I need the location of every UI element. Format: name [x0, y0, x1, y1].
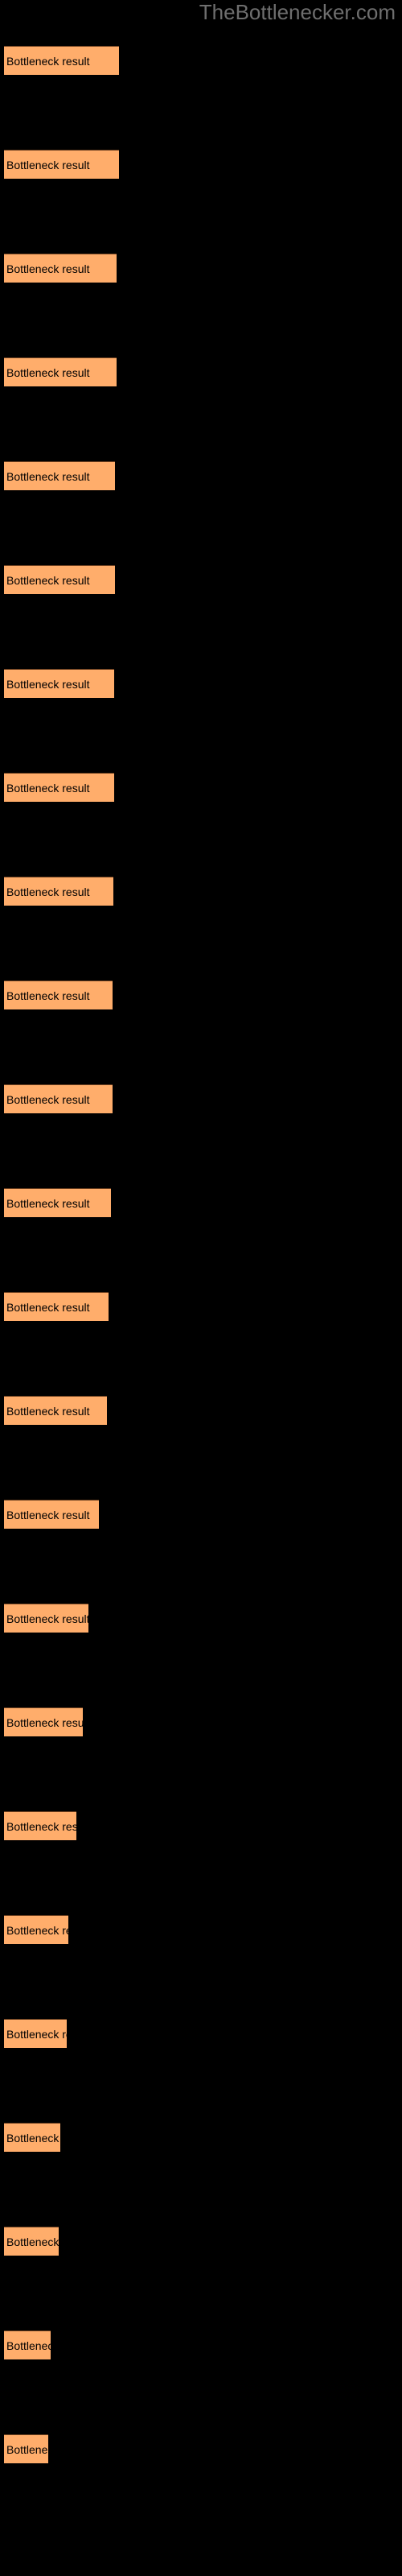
bar: Bottleneck result	[4, 357, 117, 386]
bar: Bottleneck result	[4, 46, 119, 75]
bar: Bottleneck result	[4, 565, 115, 594]
bar: Bottleneck result	[4, 1188, 111, 1217]
bar: Bottleneck result	[4, 980, 113, 1009]
bar-label: Bottleneck result	[6, 2028, 67, 2041]
bar: Bottleneck result	[4, 2330, 51, 2359]
bar: Bottleneck result	[4, 2019, 67, 2048]
bar: Bottleneck result	[4, 1915, 68, 1944]
bottleneck-bar-chart: Bottleneck result Bottleneck result Bottle…	[0, 0, 402, 2576]
bar: Bottleneck result	[4, 669, 114, 698]
bar-label: Bottleneck result	[6, 1301, 90, 1314]
bar: Bottleneck result	[4, 1604, 88, 1633]
bar: Bottleneck result	[4, 1084, 113, 1113]
bar: Bottleneck result	[4, 1811, 76, 1840]
bar-label: Bottleneck result	[6, 55, 90, 68]
bar: Bottleneck result	[4, 2227, 59, 2256]
bar: Bottleneck result	[4, 1500, 99, 1529]
bar-label: Bottleneck result	[6, 2132, 60, 2145]
bar-label: Bottleneck result	[6, 1924, 68, 1937]
bar-label: Bottleneck result	[6, 782, 90, 795]
bar-label: Bottleneck result	[6, 470, 90, 483]
bar-label: Bottleneck result	[6, 1820, 76, 1833]
bar: Bottleneck result	[4, 2123, 60, 2152]
bar-label: Bottleneck result	[6, 2235, 59, 2248]
bar-label: Bottleneck result	[6, 2339, 51, 2352]
bar: Bottleneck result	[4, 1292, 109, 1321]
bar-label: Bottleneck result	[6, 678, 90, 691]
bar-label: Bottleneck result	[6, 159, 90, 171]
bar-label: Bottleneck result	[6, 1509, 90, 1521]
bar-label: Bottleneck result	[6, 366, 90, 379]
bar: Bottleneck result	[4, 1396, 107, 1425]
bar-label: Bottleneck result	[6, 262, 90, 275]
bar-label: Bottleneck result	[6, 1093, 90, 1106]
bar: Bottleneck result	[4, 2434, 48, 2463]
bar-label: Bottleneck result	[6, 1612, 88, 1625]
bar-label: Bottleneck result	[6, 886, 90, 898]
bar: Bottleneck result	[4, 461, 115, 490]
bar-label: Bottleneck result	[6, 1197, 90, 1210]
bar: Bottleneck result	[4, 773, 114, 802]
bar: Bottleneck result	[4, 1707, 83, 1736]
bar: Bottleneck result	[4, 150, 119, 179]
bar-label: Bottleneck result	[6, 1716, 83, 1729]
bar-label: Bottleneck result	[6, 2443, 48, 2456]
bar: Bottleneck result	[4, 877, 113, 906]
bar-label: Bottleneck result	[6, 574, 90, 587]
bar: Bottleneck result	[4, 254, 117, 283]
bar-label: Bottleneck result	[6, 989, 90, 1002]
bar-label: Bottleneck result	[6, 1405, 90, 1418]
